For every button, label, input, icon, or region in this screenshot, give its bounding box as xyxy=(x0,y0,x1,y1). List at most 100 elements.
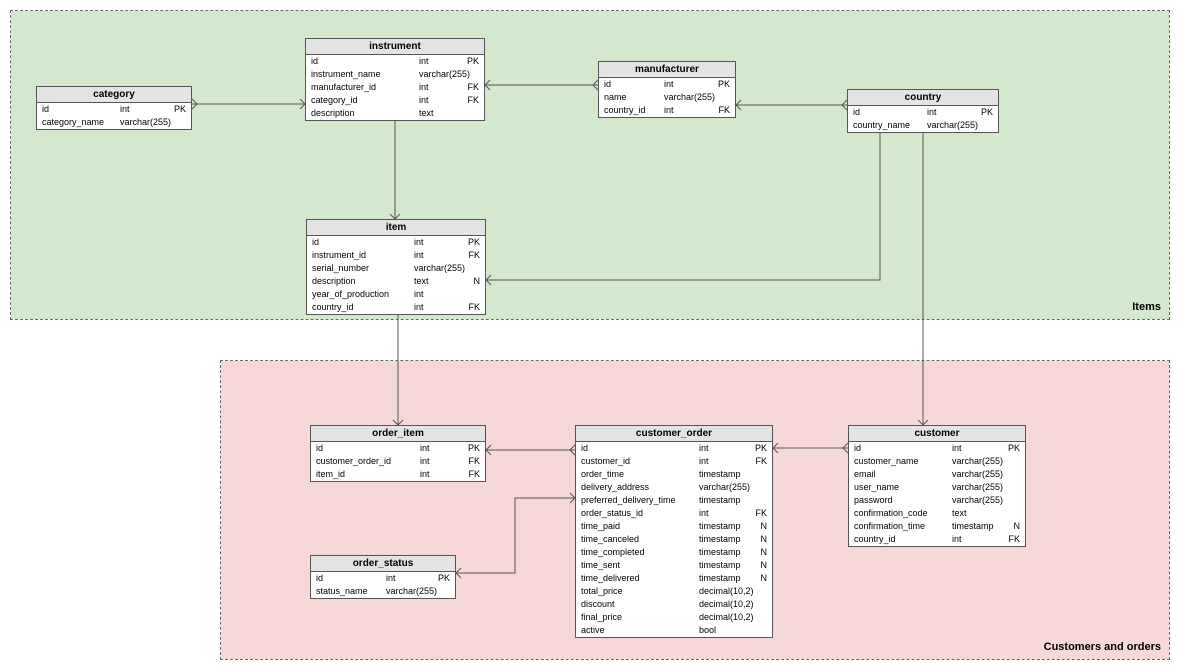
table-title: manufacturer xyxy=(599,62,735,78)
table-row: preferred_delivery_timetimestamp xyxy=(576,494,772,507)
column-name: instrument_name xyxy=(311,69,419,80)
column-name: order_status_id xyxy=(581,508,699,519)
column-type: int xyxy=(414,302,462,313)
table-item[interactable]: itemidintPKinstrument_idintFKserial_numb… xyxy=(306,219,486,315)
column-key: FK xyxy=(462,302,480,313)
column-name: status_name xyxy=(316,586,386,597)
column-key xyxy=(462,289,480,300)
column-name: time_canceled xyxy=(581,534,699,545)
column-key: PK xyxy=(975,107,993,118)
column-type: text xyxy=(952,508,1002,519)
column-name: email xyxy=(854,469,952,480)
column-type: varchar(255) xyxy=(952,495,1003,506)
column-type: varchar(255) xyxy=(927,120,978,131)
column-key: PK xyxy=(432,573,450,584)
table-category[interactable]: categoryidintPKcategory_namevarchar(255) xyxy=(36,86,192,130)
column-type: varchar(255) xyxy=(952,482,1003,493)
zone-items-label: Items xyxy=(1132,301,1161,313)
column-key: PK xyxy=(462,443,480,454)
column-key: PK xyxy=(462,237,480,248)
column-key: PK xyxy=(749,443,767,454)
table-row: time_senttimestampN xyxy=(576,559,772,572)
table-row: idintPK xyxy=(849,442,1025,455)
column-type: decimal(10,2) xyxy=(699,612,754,623)
column-type: int xyxy=(120,104,168,115)
column-name: customer_order_id xyxy=(316,456,420,467)
column-type: int xyxy=(386,573,432,584)
zone-items: Items xyxy=(10,10,1170,320)
column-name: user_name xyxy=(854,482,952,493)
column-type: int xyxy=(699,456,749,467)
column-type: timestamp xyxy=(699,573,749,584)
column-name: category_name xyxy=(42,117,120,128)
column-type: int xyxy=(952,443,1002,454)
column-type: varchar(255) xyxy=(386,586,437,597)
table-row: idintPK xyxy=(37,103,191,116)
column-key xyxy=(754,586,772,597)
column-key xyxy=(1003,469,1021,480)
table-order_item[interactable]: order_itemidintPKcustomer_order_idintFKi… xyxy=(310,425,486,482)
table-row: time_canceledtimestampN xyxy=(576,533,772,546)
column-key: FK xyxy=(749,456,767,467)
table-customer[interactable]: customeridintPKcustomer_namevarchar(255)… xyxy=(848,425,1026,547)
column-name: country_id xyxy=(312,302,414,313)
column-name: id xyxy=(604,79,664,90)
column-type: int xyxy=(664,79,712,90)
table-instrument[interactable]: instrumentidintPKinstrument_namevarchar(… xyxy=(305,38,485,121)
table-row: idintPK xyxy=(576,442,772,455)
column-name: password xyxy=(854,495,952,506)
table-row: passwordvarchar(255) xyxy=(849,494,1025,507)
column-key: N xyxy=(749,547,767,558)
column-key: FK xyxy=(462,250,480,261)
table-title: order_status xyxy=(311,556,455,572)
table-row: status_namevarchar(255) xyxy=(311,585,455,598)
column-type: int xyxy=(419,82,461,93)
column-key: FK xyxy=(461,95,479,106)
table-row: namevarchar(255) xyxy=(599,91,735,104)
table-row: category_namevarchar(255) xyxy=(37,116,191,129)
table-title: instrument xyxy=(306,39,484,55)
column-type: int xyxy=(664,105,712,116)
table-country[interactable]: countryidintPKcountry_namevarchar(255) xyxy=(847,89,999,133)
column-name: time_sent xyxy=(581,560,699,571)
column-type: int xyxy=(414,250,462,261)
column-type: int xyxy=(699,508,749,519)
table-row: confirmation_timetimestampN xyxy=(849,520,1025,533)
table-row: country_namevarchar(255) xyxy=(848,119,998,132)
column-key: N xyxy=(749,560,767,571)
column-name: preferred_delivery_time xyxy=(581,495,699,506)
column-key xyxy=(1003,495,1021,506)
table-row: confirmation_codetext xyxy=(849,507,1025,520)
column-name: time_paid xyxy=(581,521,699,532)
column-key: FK xyxy=(1002,534,1020,545)
table-order_status[interactable]: order_statusidintPKstatus_namevarchar(25… xyxy=(310,555,456,599)
column-key xyxy=(1003,482,1021,493)
table-row: delivery_addressvarchar(255) xyxy=(576,481,772,494)
table-row: total_pricedecimal(10,2) xyxy=(576,585,772,598)
column-name: total_price xyxy=(581,586,699,597)
column-name: time_completed xyxy=(581,547,699,558)
table-row: idintPK xyxy=(311,572,455,585)
column-type: int xyxy=(414,289,462,300)
table-row: serial_numbervarchar(255) xyxy=(307,262,485,275)
table-title: category xyxy=(37,87,191,103)
column-key xyxy=(754,599,772,610)
table-row: item_idintFK xyxy=(311,468,485,481)
table-customer_order[interactable]: customer_orderidintPKcustomer_idintFKord… xyxy=(575,425,773,638)
column-name: id xyxy=(853,107,927,118)
column-key xyxy=(465,263,483,274)
column-name: item_id xyxy=(316,469,420,480)
column-name: id xyxy=(316,443,420,454)
column-type: timestamp xyxy=(699,560,749,571)
column-type: timestamp xyxy=(699,469,749,480)
table-row: idintPK xyxy=(311,442,485,455)
column-type: timestamp xyxy=(699,495,749,506)
column-type: varchar(255) xyxy=(419,69,470,80)
column-name: delivery_address xyxy=(581,482,699,493)
column-key xyxy=(1003,456,1021,467)
column-name: country_id xyxy=(854,534,952,545)
column-name: instrument_id xyxy=(312,250,414,261)
table-row: country_idintFK xyxy=(307,301,485,314)
table-manufacturer[interactable]: manufactureridintPKnamevarchar(255)count… xyxy=(598,61,736,118)
column-name: country_id xyxy=(604,105,664,116)
